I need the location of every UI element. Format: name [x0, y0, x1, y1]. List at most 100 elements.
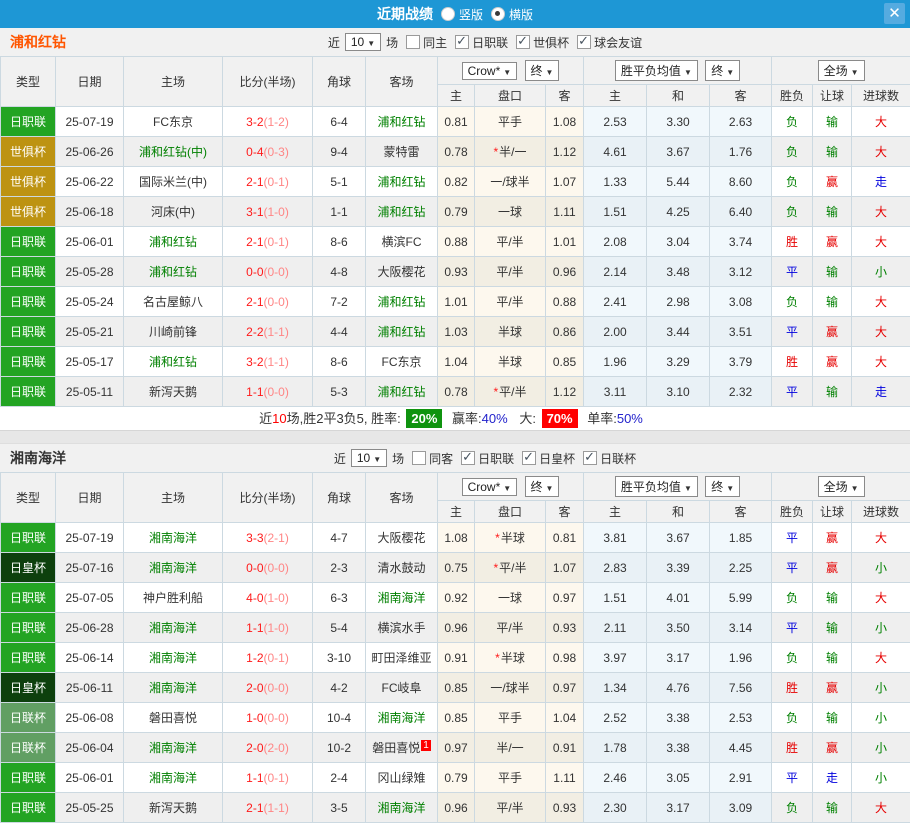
home-odds: 0.85 [438, 703, 475, 733]
same-away-checkbox[interactable]: 同客 [412, 450, 453, 467]
handicap-line: 半球 [475, 317, 546, 347]
league-checkbox[interactable]: 世俱杯 [516, 34, 569, 51]
league-checkbox[interactable]: 日职联 [461, 450, 514, 467]
avg-draw-odds: 3.67 [647, 137, 710, 167]
away-team: 横滨水手 [366, 613, 438, 643]
score: 1-1(1-0) [223, 613, 313, 643]
avg-away-odds: 3.08 [710, 287, 772, 317]
away-team: 浦和红钻 [366, 377, 438, 407]
col-result-goals: 进球数 [852, 85, 910, 107]
league-checkbox[interactable]: 日联杯 [583, 450, 636, 467]
radio-vertical-icon[interactable] [441, 7, 455, 21]
result-handicap: 输 [813, 613, 852, 643]
avg-away-odds: 8.60 [710, 167, 772, 197]
same-home-checkbox[interactable]: 同主 [406, 34, 447, 51]
result-handicap: 输 [813, 793, 852, 823]
result-handicap: 输 [813, 583, 852, 613]
radio-horizontal-label[interactable]: 横版 [509, 6, 533, 23]
match-date: 25-06-01 [56, 763, 124, 793]
avg-type-select[interactable]: 胜平负均值▼ [615, 60, 698, 81]
result-handicap: 输 [813, 703, 852, 733]
col-result-goals: 进球数 [852, 501, 910, 523]
titlebar: 近期战绩 竖版 横版 ✕ [0, 0, 910, 28]
away-odds: 0.81 [546, 523, 584, 553]
match-count-select[interactable]: 10▼ [345, 33, 381, 51]
avg-away-odds: 2.63 [710, 107, 772, 137]
col-odds-away: 客 [546, 85, 584, 107]
avg-draw-odds: 3.39 [647, 553, 710, 583]
result-handicap: 赢 [813, 523, 852, 553]
avg-final-select[interactable]: 终▼ [705, 476, 740, 497]
col-away: 客场 [366, 57, 438, 107]
league-checkbox[interactable]: 日皇杯 [522, 450, 575, 467]
avg-type-select[interactable]: 胜平负均值▼ [615, 476, 698, 497]
away-team: 蒙特雷 [366, 137, 438, 167]
star-icon: * [493, 145, 498, 159]
home-odds: 0.81 [438, 107, 475, 137]
odds-provider-select[interactable]: Crow*▼ [462, 62, 518, 80]
avg-group-header: 胜平负均值▼ 终▼ [584, 57, 772, 85]
odds-provider-select[interactable]: Crow*▼ [462, 478, 518, 496]
home-odds: 1.08 [438, 523, 475, 553]
scope-select[interactable]: 全场▼ [818, 476, 865, 497]
col-date: 日期 [56, 473, 124, 523]
result-wdl: 负 [772, 287, 813, 317]
avg-draw-odds: 5.44 [647, 167, 710, 197]
away-team: 大阪樱花 [366, 523, 438, 553]
result-goals: 大 [852, 317, 910, 347]
corner-count: 1-1 [313, 197, 366, 227]
league-checkbox[interactable]: 球会友谊 [577, 34, 642, 51]
home-odds: 1.03 [438, 317, 475, 347]
match-date: 25-07-19 [56, 107, 124, 137]
away-odds: 0.96 [546, 257, 584, 287]
match-count-select[interactable]: 10▼ [351, 449, 387, 467]
close-button[interactable]: ✕ [884, 3, 905, 24]
home-team: 新泻天鹅 [124, 793, 223, 823]
avg-away-odds: 7.56 [710, 673, 772, 703]
match-date: 25-06-22 [56, 167, 124, 197]
result-wdl: 负 [772, 703, 813, 733]
result-wdl: 平 [772, 523, 813, 553]
match-row: 世俱杯25-06-22国际米兰(中)2-1(0-1)5-1浦和红钻0.82一/球… [1, 167, 910, 197]
odds-final-select[interactable]: 终▼ [525, 476, 560, 497]
result-wdl: 胜 [772, 673, 813, 703]
col-avg-away: 客 [710, 501, 772, 523]
home-team: 川崎前锋 [124, 317, 223, 347]
avg-final-select[interactable]: 终▼ [705, 60, 740, 81]
league-checkbox[interactable]: 日职联 [455, 34, 508, 51]
result-handicap: 输 [813, 137, 852, 167]
match-row: 日联杯25-06-08磐田喜悦1-0(0-0)10-4湘南海洋0.85平手1.0… [1, 703, 910, 733]
match-date: 25-05-24 [56, 287, 124, 317]
avg-away-odds: 4.45 [710, 733, 772, 763]
away-odds: 0.91 [546, 733, 584, 763]
match-date: 25-07-19 [56, 523, 124, 553]
col-result-handicap: 让球 [813, 85, 852, 107]
result-handicap: 输 [813, 643, 852, 673]
home-odds: 0.79 [438, 763, 475, 793]
result-handicap: 输 [813, 197, 852, 227]
radio-horizontal-icon[interactable] [491, 7, 505, 21]
near-label: 近 [328, 34, 340, 51]
col-home: 主场 [124, 473, 223, 523]
league-badge: 日职联 [1, 317, 56, 347]
corner-count: 4-8 [313, 257, 366, 287]
scope-select[interactable]: 全场▼ [818, 60, 865, 81]
result-wdl: 平 [772, 613, 813, 643]
result-handicap: 赢 [813, 733, 852, 763]
star-icon: * [495, 531, 500, 545]
avg-home-odds: 2.14 [584, 257, 647, 287]
result-wdl: 平 [772, 553, 813, 583]
avg-home-odds: 2.52 [584, 703, 647, 733]
match-date: 25-06-01 [56, 227, 124, 257]
odds-final-select[interactable]: 终▼ [525, 60, 560, 81]
star-icon: * [495, 651, 500, 665]
col-result-wdl: 胜负 [772, 501, 813, 523]
result-goals: 大 [852, 107, 910, 137]
checkbox-icon [406, 35, 420, 49]
result-goals: 大 [852, 197, 910, 227]
away-team: 浦和红钻 [366, 107, 438, 137]
radio-vertical-label[interactable]: 竖版 [459, 6, 483, 23]
avg-home-odds: 2.46 [584, 763, 647, 793]
home-odds: 0.96 [438, 613, 475, 643]
match-date: 25-06-08 [56, 703, 124, 733]
